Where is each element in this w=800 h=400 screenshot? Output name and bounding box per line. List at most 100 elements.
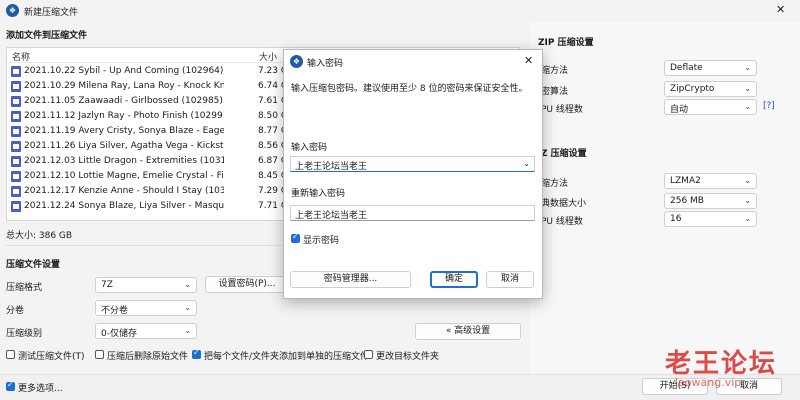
app-icon: ❖ [6,4,19,17]
files-section-title: 添加文件到压缩文件 [6,31,88,41]
volume-select[interactable]: 不分卷 ⌄ [95,300,197,316]
show-password-label[interactable]: 显示密码 [303,233,339,246]
help-link[interactable]: [?] [763,101,775,111]
zip-settings-title: ZIP 压缩设置 [538,38,594,48]
chevron-down-icon: ⌄ [184,326,191,335]
test-archive-checkbox[interactable] [6,350,15,359]
file-name: 2021.12.17 Kenzie Anne - Should I Stay (… [24,186,224,196]
column-size[interactable]: 大小 [259,50,277,63]
file-name: 2021.12.03 Little Dragon - Extremities (… [24,156,224,166]
advanced-settings-button[interactable]: « 高级设置 [415,323,521,340]
password-manager-button[interactable]: 密码管理器... [290,271,411,288]
total-size: 总大小: 386 GB [6,231,73,241]
zip-encryption-label: 密算法 [541,87,569,97]
archive-file-icon [11,126,21,137]
zip-method-value: Deflate [670,63,703,73]
7z-method-select[interactable]: LZMA2 ⌄ [664,173,757,189]
separate-archives-label[interactable]: 把每个文件/文件夹添加到单独的压缩文件 [204,349,369,362]
dict-size-label: 典数据大小 [541,199,587,209]
7z-threads-select[interactable]: 16 ⌄ [664,211,757,227]
chevron-down-icon: ⌄ [744,176,751,185]
dialog-description: 输入压缩包密码。建议使用至少 8 位的密码来保证安全性。 [291,84,528,94]
chevron-down-icon: ⌄ [184,280,191,289]
file-name: 2021.11.12 Jazlyn Ray - Photo Finish (10… [24,111,224,121]
archive-file-icon [11,141,21,152]
zip-encryption-select[interactable]: ZipCrypto ⌄ [664,81,757,97]
file-row[interactable]: 2021.10.29 Milena Ray, Lana Roy - Knock … [7,79,297,94]
dialog-title-bar: ❖ 输入密码 ✕ [284,50,542,72]
volume-label: 分卷 [6,306,25,316]
confirm-password-label: 重新输入密码 [291,189,346,199]
file-name: 2021.11.26 Liya Silver, Agatha Vega - Ki… [24,141,224,151]
dict-size-value: 256 MB [670,196,704,206]
title-bar: ❖ 新建压缩文件 ✕ [0,0,800,22]
watermark-url: laowang.vip [675,376,742,389]
chevron-down-icon: ⌄ [744,214,751,223]
dict-size-select[interactable]: 256 MB ⌄ [664,193,757,209]
level-label: 压缩级别 [6,329,43,339]
chevron-down-icon: ⌄ [744,196,751,205]
archive-file-icon [11,171,21,182]
zip-method-select[interactable]: Deflate ⌄ [664,60,757,76]
file-row[interactable]: 2021.11.19 Avery Cristy, Sonya Blaze - E… [7,124,297,139]
zip-encryption-value: ZipCrypto [670,84,715,94]
chevron-down-icon: ⌄ [744,102,751,111]
archive-file-icon [11,81,21,92]
file-row[interactable]: 2021.12.10 Lottie Magne, Emelie Crystal … [7,169,297,184]
chevron-down-icon[interactable]: ⌄ [523,159,530,168]
level-value: 0-仅储存 [101,329,137,339]
column-name[interactable]: 名称 [12,50,30,63]
confirm-password-value: 上老王论坛当老王 [295,211,368,221]
chevron-down-icon: ⌄ [184,303,191,312]
file-row[interactable]: 2021.11.12 Jazlyn Ray - Photo Finish (10… [7,109,297,124]
file-name: 2021.11.19 Avery Cristy, Sonya Blaze - E… [24,126,224,136]
window-title: 新建压缩文件 [24,8,79,18]
archive-file-icon [11,111,21,122]
file-row[interactable]: 2021.11.05 Zaawaadi - Girlbossed (102985… [7,94,297,109]
change-target-label[interactable]: 更改目标文件夹 [376,349,439,362]
delete-after-checkbox[interactable] [95,350,104,359]
7z-method-value: LZMA2 [670,176,701,186]
7z-method-label: 缩方法 [541,179,569,189]
format-label: 压缩格式 [6,283,43,293]
password-dialog: ❖ 输入密码 ✕ 输入压缩包密码。建议使用至少 8 位的密码来保证安全性。 输入… [283,49,543,299]
file-name: 2021.10.29 Milena Ray, Lana Roy - Knock … [24,81,224,91]
file-row[interactable]: 2021.10.22 Sybil - Up And Coming (102964… [7,64,297,79]
settings-section-title: 压缩文件设置 [6,260,61,270]
file-row[interactable]: 2021.12.24 Sonya Blaze, Liya Silver - Ma… [7,199,297,214]
level-select[interactable]: 0-仅储存 ⌄ [95,323,197,339]
test-archive-label[interactable]: 测试压缩文件(T) [18,349,85,362]
delete-after-label[interactable]: 压缩后删除原始文件 [107,349,188,362]
more-options-checkbox[interactable] [6,380,15,391]
file-row[interactable]: 2021.12.03 Little Dragon - Extremities (… [7,154,297,169]
7z-threads-value: 16 [670,214,682,224]
set-password-button[interactable]: 设置密码(P)... [205,276,289,293]
file-name: 2021.11.05 Zaawaadi - Girlbossed (102985… [24,96,224,106]
archive-file-icon [11,186,21,197]
close-icon[interactable]: ✕ [776,3,785,16]
file-name: 2021.10.22 Sybil - Up And Coming (102964… [24,66,224,76]
zip-method-label: 缩方法 [541,66,569,76]
archive-file-icon [11,66,21,77]
file-row[interactable]: 2021.11.26 Liya Silver, Agatha Vega - Ki… [7,139,297,154]
show-password-checkbox[interactable] [291,232,300,243]
password-input[interactable]: 上老王论坛当老王 ⌄ [290,156,535,172]
zip-threads-label: PU 线程数 [541,105,583,115]
zip-threads-value: 自动 [670,105,689,115]
chevron-down-icon: ⌄ [744,63,751,72]
file-row[interactable]: 2021.12.17 Kenzie Anne - Should I Stay (… [7,184,297,199]
zip-threads-select[interactable]: 自动 ⌄ [664,99,757,115]
dialog-cancel-button[interactable]: 取消 [486,271,534,288]
more-options-label[interactable]: 更多选项... [18,381,63,394]
dialog-app-icon: ❖ [290,55,303,68]
format-value: 7Z [101,280,113,290]
confirm-password-input[interactable]: 上老王论坛当老王 [290,205,535,221]
archive-file-icon [11,156,21,167]
password-label: 输入密码 [291,143,328,153]
ok-button[interactable]: 确定 [430,271,478,288]
separate-archives-checkbox[interactable] [192,348,201,359]
format-select[interactable]: 7Z ⌄ [95,277,197,293]
dialog-close-icon[interactable]: ✕ [524,54,533,67]
change-target-checkbox[interactable] [364,350,373,359]
volume-value: 不分卷 [101,306,129,316]
